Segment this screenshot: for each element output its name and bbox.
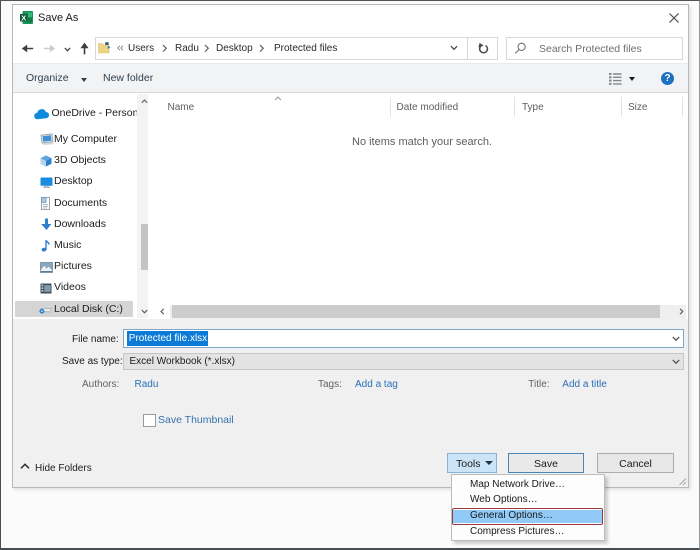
svg-text:X: X: [21, 13, 26, 22]
